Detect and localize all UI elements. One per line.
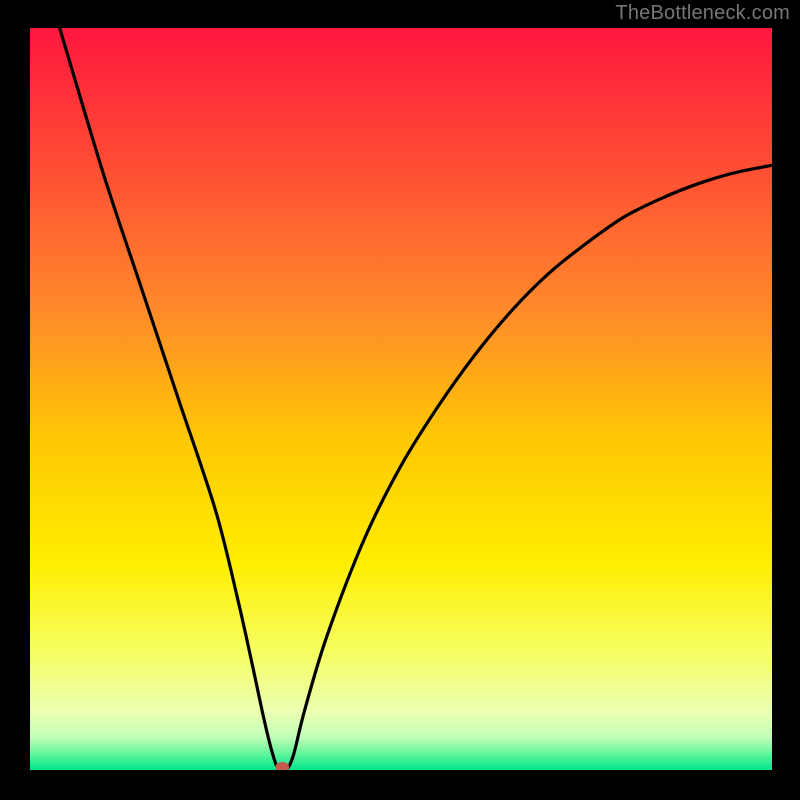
gradient-background (30, 28, 772, 770)
chart-frame: TheBottleneck.com (0, 0, 800, 800)
watermark-text: TheBottleneck.com (615, 2, 790, 25)
plot-area (30, 28, 772, 770)
